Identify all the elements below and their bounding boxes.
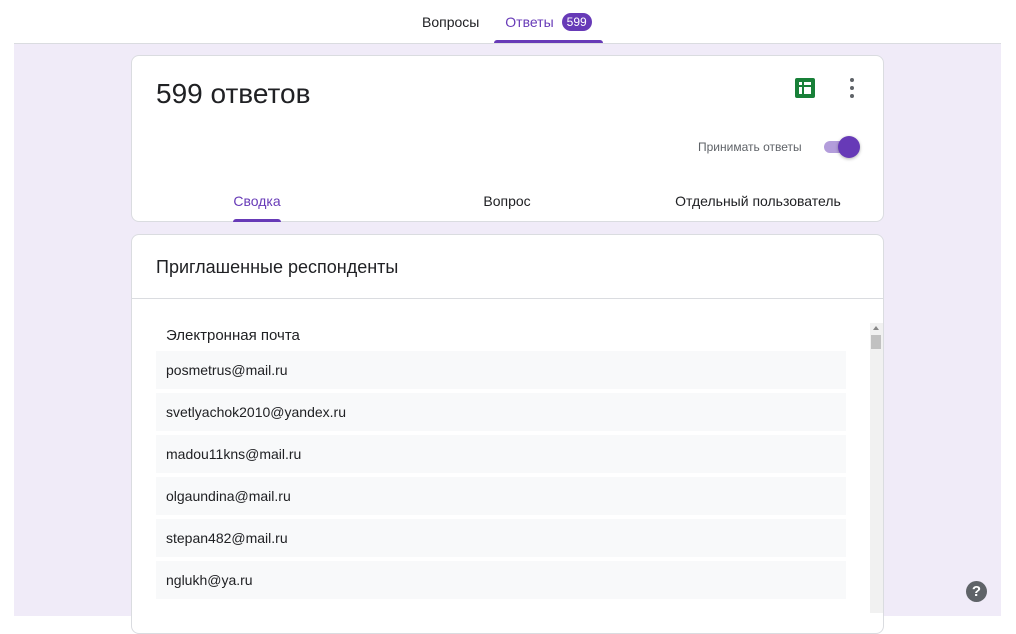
email-row: nglukh@ya.ru [156, 561, 846, 599]
email-column-header: Электронная почта [166, 327, 300, 344]
subtab-summary-label: Сводка [233, 193, 281, 209]
tab-active-indicator [494, 40, 603, 43]
tab-answers[interactable]: Ответы 599 [494, 0, 603, 43]
email-row: olgaundina@mail.ru [156, 477, 846, 515]
tab-questions-label: Вопросы [422, 13, 480, 30]
email-row: svetlyachok2010@yandex.ru [156, 393, 846, 431]
email-row: stepan482@mail.ru [156, 519, 846, 557]
scroll-up-arrow-icon[interactable] [873, 326, 879, 330]
tab-answers-label: Ответы [505, 13, 554, 30]
accept-responses-label: Принимать ответы [698, 140, 802, 154]
top-nav: Вопросы Ответы 599 [14, 0, 1001, 44]
email-row: madou11kns@mail.ru [156, 435, 846, 473]
email-row: posmetrus@mail.ru [156, 351, 846, 389]
subtab-question-label: Вопрос [483, 193, 531, 209]
invited-title: Приглашенные респонденты [156, 257, 399, 277]
subtab-active-indicator [233, 219, 281, 222]
invited-respondents-card: Приглашенные респонденты Электронная поч… [131, 234, 884, 634]
subtab-individual[interactable]: Отдельный пользователь [632, 180, 884, 222]
email-list-scrollbar[interactable] [870, 323, 883, 613]
more-vert-icon[interactable] [842, 76, 862, 100]
right-edge [1001, 0, 1016, 616]
help-icon[interactable]: ? [966, 581, 987, 602]
accept-responses-toggle[interactable] [822, 136, 860, 158]
subtab-summary[interactable]: Сводка [132, 180, 382, 222]
scroll-thumb[interactable] [871, 335, 881, 349]
responses-count-badge: 599 [561, 12, 592, 31]
toggle-thumb [838, 136, 860, 158]
responses-title: 599 ответов [156, 78, 311, 109]
email-list: posmetrus@mail.ru svetlyachok2010@yandex… [156, 351, 846, 603]
sheets-icon[interactable] [795, 78, 815, 98]
subtab-individual-label: Отдельный пользователь [675, 193, 841, 209]
summary-card: 599 ответов Принимать ответы Сводка Вопр… [131, 55, 884, 222]
tab-questions[interactable]: Вопросы [422, 0, 479, 43]
divider [132, 298, 883, 299]
subtab-question[interactable]: Вопрос [382, 180, 632, 222]
